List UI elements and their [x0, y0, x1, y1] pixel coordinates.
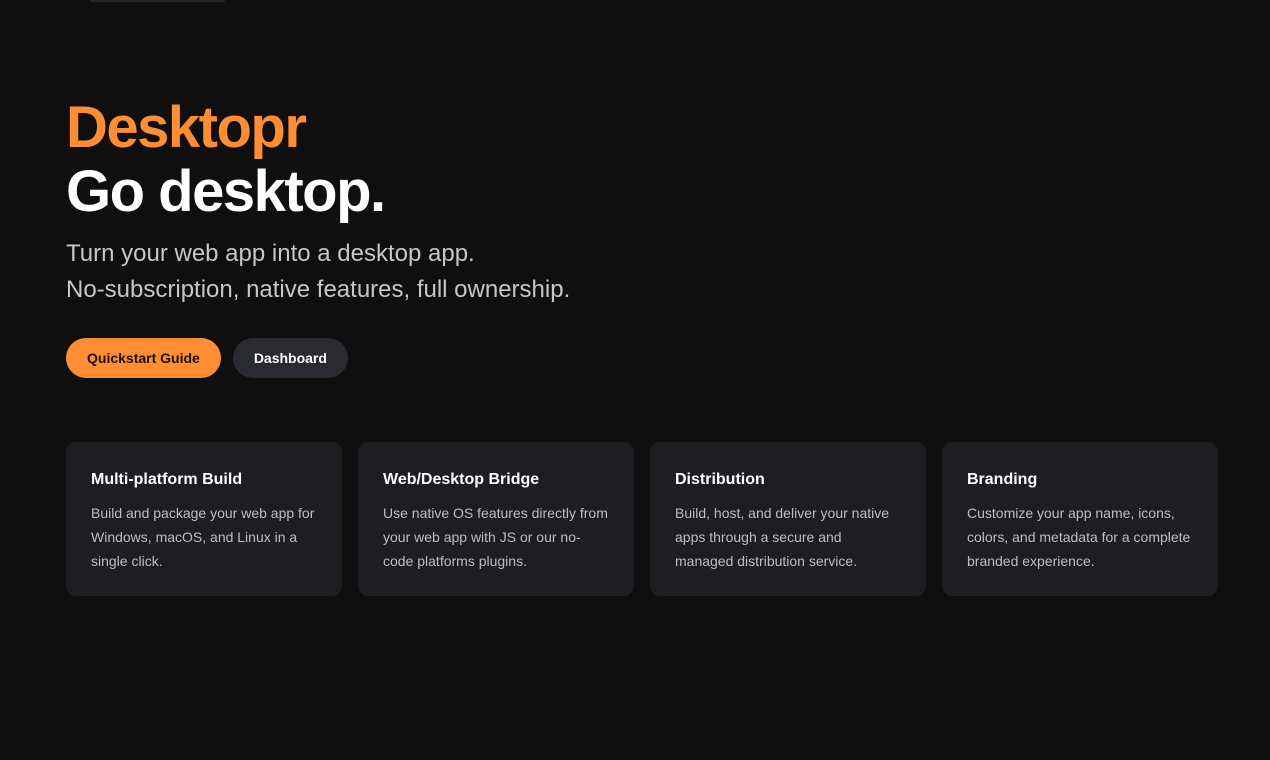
- hero-actions: Quickstart Guide Dashboard: [66, 338, 348, 378]
- brand-name: Desktopr: [66, 95, 307, 160]
- hero-subtitle-line: No-subscription, native features, full o…: [66, 276, 571, 303]
- hero-headline: Go desktop.: [66, 159, 386, 224]
- feature-title: Multi-platform Build: [91, 471, 243, 488]
- hero-subtitle: Turn your web app into a desktop app. No…: [66, 236, 570, 308]
- feature-description: Build, host, and deliver your native app…: [675, 505, 890, 569]
- feature-description: Use native OS features directly from you…: [383, 505, 608, 569]
- feature-title: Branding: [967, 471, 1038, 488]
- feature-card-web-desktop-bridge: Web/Desktop Bridge Use native OS feature…: [358, 442, 634, 596]
- header-edge: [90, 0, 225, 2]
- feature-title: Web/Desktop Bridge: [383, 471, 540, 488]
- landing-page: Desktopr Go desktop. Turn your web app i…: [0, 0, 1270, 760]
- quickstart-guide-button[interactable]: Quickstart Guide: [66, 338, 221, 378]
- feature-description: Customize your app name, icons, colors, …: [967, 505, 1191, 569]
- feature-description: Build and package your web app for Windo…: [91, 505, 315, 569]
- feature-card-multi-platform-build: Multi-platform Build Build and package y…: [66, 442, 342, 596]
- dashboard-button[interactable]: Dashboard: [232, 338, 348, 378]
- features-grid: Multi-platform Build Build and package y…: [66, 442, 1218, 596]
- feature-title: Distribution: [675, 471, 765, 488]
- feature-card-distribution: Distribution Build, host, and deliver yo…: [650, 442, 926, 596]
- hero-subtitle-line: Turn your web app into a desktop app.: [66, 240, 475, 267]
- feature-card-branding: Branding Customize your app name, icons,…: [942, 442, 1218, 596]
- hero-section: Desktopr Go desktop. Turn your web app i…: [66, 96, 570, 308]
